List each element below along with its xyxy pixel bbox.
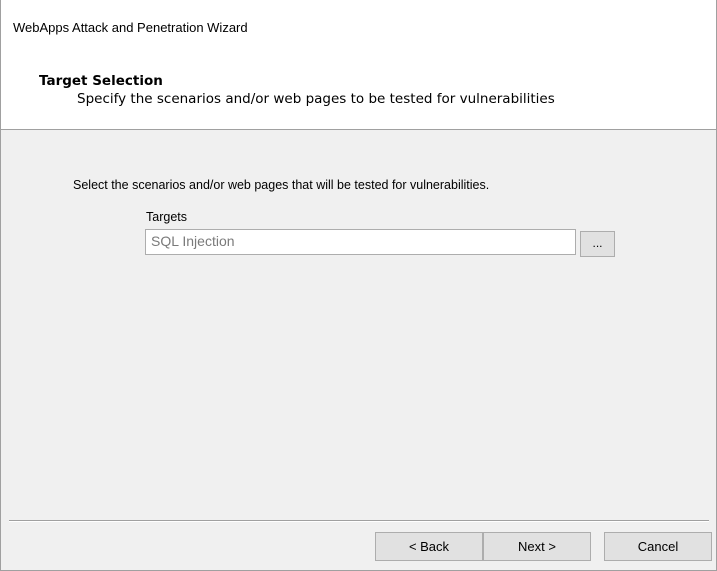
targets-field[interactable]: SQL Injection: [145, 229, 576, 255]
footer-divider: [9, 520, 709, 522]
back-button[interactable]: < Back: [375, 532, 483, 561]
window-title: WebApps Attack and Penetration Wizard: [13, 20, 248, 35]
instruction-text: Select the scenarios and/or web pages th…: [73, 178, 490, 192]
targets-label: Targets: [146, 210, 187, 224]
page-title: Target Selection: [39, 73, 163, 89]
wizard-window: WebApps Attack and Penetration Wizard Ta…: [0, 0, 717, 571]
next-button[interactable]: Next >: [483, 532, 591, 561]
page-subtitle: Specify the scenarios and/or web pages t…: [77, 91, 555, 107]
cancel-button[interactable]: Cancel: [604, 532, 712, 561]
title-bar: WebApps Attack and Penetration Wizard: [1, 0, 716, 42]
wizard-header: Target Selection Specify the scenarios a…: [1, 42, 716, 130]
wizard-content: Select the scenarios and/or web pages th…: [1, 130, 716, 521]
browse-targets-button[interactable]: ...: [580, 231, 615, 257]
